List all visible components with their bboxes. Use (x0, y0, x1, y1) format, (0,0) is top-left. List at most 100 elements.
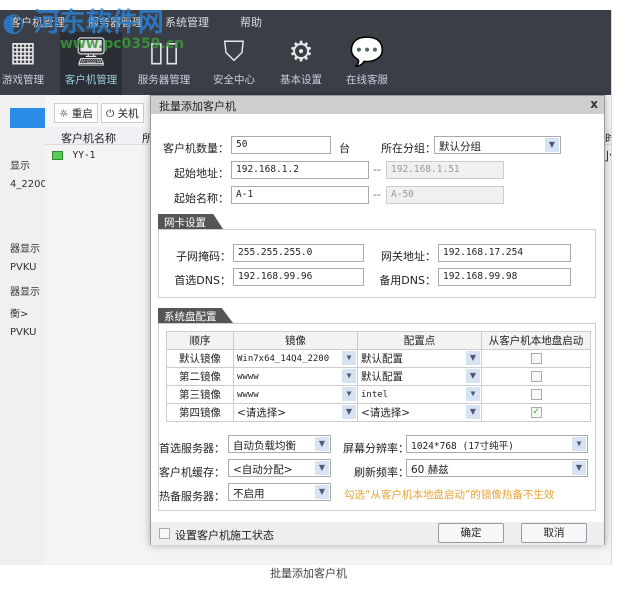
sidebar-text: PVKU (10, 327, 37, 338)
sidebar-text: 衡> (10, 309, 29, 320)
server-select[interactable]: 自动负载均衡 ▼ (228, 435, 331, 453)
count-unit: 台 (339, 142, 350, 155)
menu-system[interactable]: 系统管理 (165, 14, 209, 30)
construction-checkbox[interactable] (159, 528, 170, 539)
image-row: 第四镜像 <请选择> ▼ <请选择> ▼ ✓ (166, 403, 591, 422)
start-name-label: 起始名称： (174, 192, 229, 205)
warning-text: 勾选“从客户机本地盘启动”的镜像热备不生效 (344, 489, 555, 501)
config-value: 默认配置 (361, 371, 403, 383)
hot-label: 热备服务器： (159, 490, 225, 503)
chat-icon: 💬 (349, 35, 385, 68)
cache-select[interactable]: <自动分配> ▼ (228, 459, 331, 477)
sidebar-text: 4_2200 (10, 179, 45, 190)
start-ip-input[interactable]: 192.168.1.2 (231, 161, 369, 179)
ok-button[interactable]: 确定 (438, 523, 504, 543)
refresh-label: 刷新频率： (354, 466, 409, 479)
local-boot-checkbox[interactable] (530, 353, 542, 364)
start-ip-label: 起始地址： (174, 167, 229, 180)
chevron-down-icon: ▼ (572, 461, 586, 475)
watermark-logo: ◐ 河东软件网 (2, 8, 164, 38)
watermark-url: www.pc0359.cn (60, 36, 185, 52)
mask-input[interactable]: 255.255.255.0 (233, 244, 364, 262)
dns1-input[interactable]: 192.168.99.96 (233, 268, 364, 286)
image-select[interactable]: wwww ▼ (233, 367, 358, 386)
config-value: intel (361, 389, 389, 400)
sidebar-selected-item[interactable] (10, 108, 45, 128)
config-value: <请选择> (361, 407, 411, 419)
cancel-button[interactable]: 取消 (521, 523, 587, 543)
config-select[interactable]: 默认配置 ▼ (357, 349, 482, 368)
config-select[interactable]: <请选择> ▼ (357, 403, 482, 422)
column-header: 从客户机本地盘启动 (481, 331, 591, 350)
nav-game[interactable]: ▦ 游戏管理 (0, 32, 54, 95)
nav-label: 服务器管理 (137, 74, 191, 86)
nav-security[interactable]: ⛉ 安全中心 (203, 32, 265, 95)
dialog-title-bar[interactable]: 批量添加客户机 x (151, 96, 604, 114)
disk-section-title: 系统盘配置 (158, 308, 233, 323)
order-cell: 第四镜像 (166, 403, 234, 422)
chevron-down-icon: ▼ (342, 405, 356, 419)
gateway-input[interactable]: 192.168.17.254 (438, 244, 571, 262)
local-boot-checkbox[interactable] (530, 389, 542, 400)
dns1-label: 首选DNS： (174, 274, 231, 287)
gear-icon: ⚙ (288, 35, 314, 68)
config-select[interactable]: intel ▼ (357, 385, 482, 404)
image-row: 第二镜像 wwww ▼ 默认配置 ▼ (166, 367, 591, 386)
restart-button[interactable]: ☼ 重启 (54, 103, 98, 123)
column-header[interactable]: 时 (605, 130, 611, 146)
nav-label: 客户机管理 (64, 74, 118, 86)
chevron-down-icon: ▼ (342, 351, 356, 365)
shield-icon: ⛉ (223, 35, 245, 68)
local-boot-checkbox[interactable] (530, 371, 542, 382)
sidebar-text: 器显示 (10, 244, 40, 255)
image-value: wwww (237, 389, 259, 400)
end-ip-field: 192.168.1.51 (386, 161, 504, 179)
server-label: 首选服务器： (159, 442, 225, 455)
image-select[interactable]: Win7x64_14Q4_2200 ▼ (233, 349, 358, 368)
config-value: 默认配置 (361, 353, 403, 365)
count-input[interactable]: 50 (231, 136, 331, 154)
table-row[interactable]: YY-1 (52, 148, 95, 161)
shutdown-button[interactable]: ⏻ 关机 (101, 103, 144, 123)
nav-settings[interactable]: ⚙ 基本设置 (270, 32, 332, 95)
chevron-down-icon: ▼ (315, 437, 329, 451)
column-header[interactable]: 客户机名称 (61, 130, 116, 146)
chevron-down-icon: ▼ (466, 405, 480, 419)
restart-label: 重启 (71, 108, 93, 120)
resolution-select[interactable]: 1024*768 (17寸纯平) ▼ (406, 435, 588, 453)
cache-label: 客户机缓存： (159, 466, 225, 479)
sidebar: 显示 4_2200 器显示 PVKU 器显示 衡> PVKU (0, 95, 45, 565)
group-select[interactable]: 默认分组 ▼ (434, 136, 561, 154)
dns2-input[interactable]: 192.168.99.98 (438, 268, 571, 286)
local-boot-checkbox[interactable]: ✓ (530, 407, 542, 418)
hot-select[interactable]: 不启用 ▼ (228, 483, 331, 501)
sidebar-text: 器显示 (10, 287, 40, 298)
chevron-down-icon: ▼ (342, 387, 356, 401)
config-select[interactable]: 默认配置 ▼ (357, 367, 482, 386)
refresh-select[interactable]: 60 赫兹 ▼ (406, 459, 588, 477)
cache-value: <自动分配> (233, 464, 293, 476)
chevron-down-icon: ▼ (545, 138, 559, 152)
local-boot-cell (481, 349, 591, 368)
end-name-field: A-50 (386, 186, 504, 204)
image-row: 默认镜像 Win7x64_14Q4_2200 ▼ 默认配置 ▼ (166, 349, 591, 368)
client-icon (52, 150, 63, 160)
image-select[interactable]: wwww ▼ (233, 385, 358, 404)
nav-label: 安全中心 (213, 74, 255, 86)
start-name-input[interactable]: A-1 (231, 186, 369, 204)
column-header: 配置点 (357, 331, 482, 350)
nav-support[interactable]: 💬 在线客服 (336, 32, 398, 95)
chevron-down-icon: ▼ (315, 485, 329, 499)
close-button[interactable]: x (590, 97, 598, 111)
dns2-label: 备用DNS： (379, 274, 436, 287)
chevron-down-icon: ▼ (572, 437, 586, 451)
resolution-label: 屏幕分辨率： (343, 442, 409, 455)
group-label: 所在分组： (381, 142, 436, 155)
menu-help[interactable]: 帮助 (240, 14, 262, 30)
shutdown-label: 关机 (117, 108, 139, 120)
image-select[interactable]: <请选择> ▼ (233, 403, 358, 422)
chevron-down-icon: ▼ (342, 369, 356, 383)
server-value: 自动负载均衡 (233, 440, 296, 452)
gateway-label: 网关地址： (381, 250, 436, 263)
client-name: YY-1 (72, 150, 96, 161)
